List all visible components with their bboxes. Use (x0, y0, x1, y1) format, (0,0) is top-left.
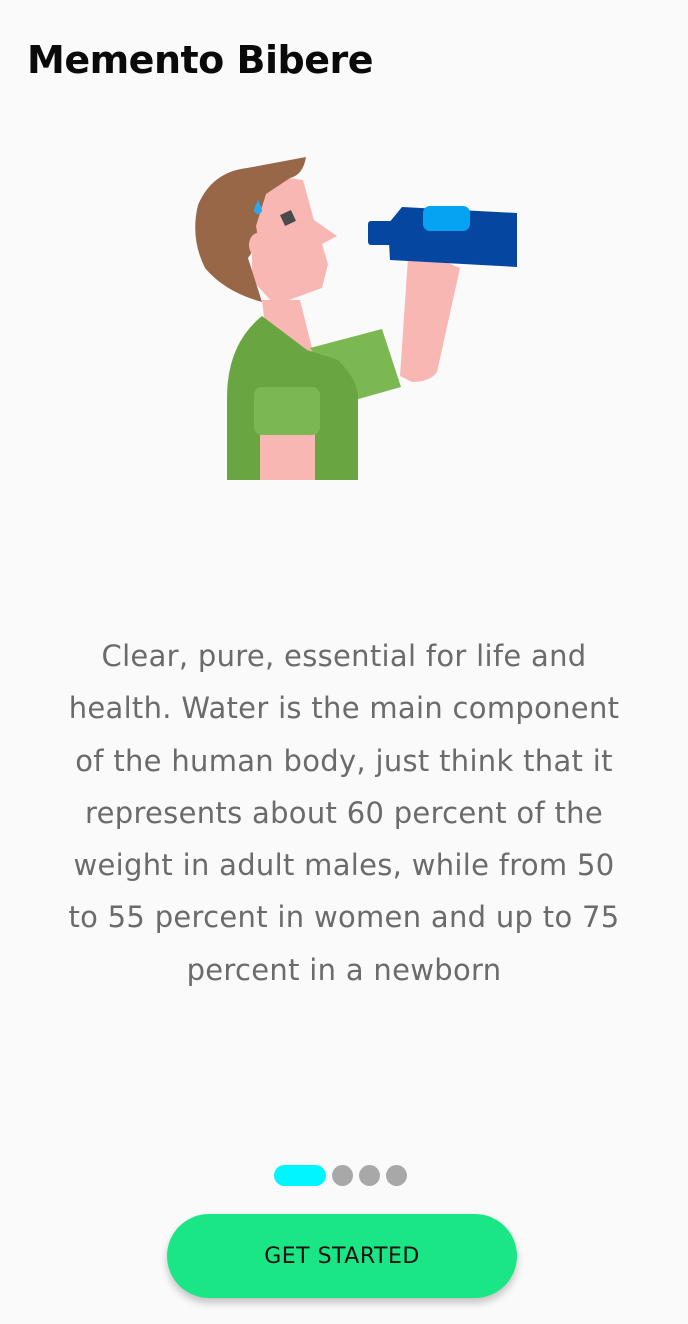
bottle-cap (368, 221, 394, 245)
app-title: Memento Bibere (27, 38, 373, 82)
page-dot-4[interactable] (386, 1164, 407, 1186)
get-started-button[interactable]: GET STARTED (167, 1214, 517, 1298)
bottle-label (423, 206, 470, 231)
person-drinking-water-icon (195, 157, 517, 480)
onboarding-description: Clear, pure, essential for life and heal… (68, 639, 620, 987)
shirt-opening (260, 430, 315, 480)
page-dot-3[interactable] (359, 1164, 380, 1186)
page-indicator (274, 1164, 407, 1186)
page-dot-1-active[interactable] (274, 1164, 326, 1186)
page-dot-2[interactable] (332, 1164, 353, 1186)
ear-shape (249, 233, 267, 257)
shirt-pocket (254, 387, 320, 435)
